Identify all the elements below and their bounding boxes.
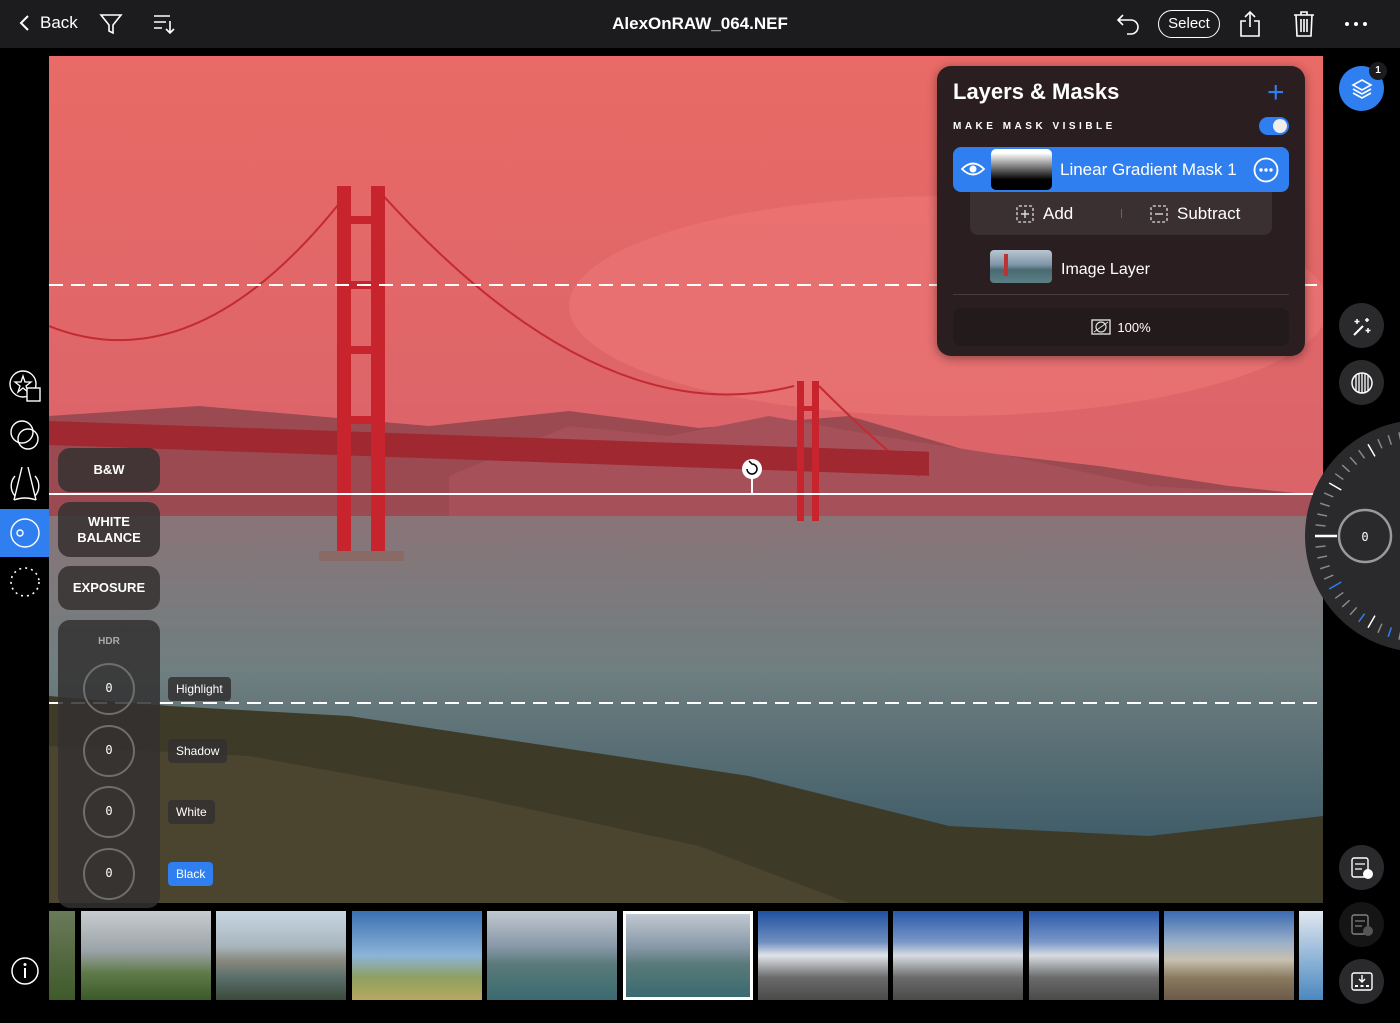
more-options-icon[interactable] — [1253, 157, 1279, 183]
mask-name: Linear Gradient Mask 1 — [1060, 160, 1237, 179]
filmstrip-thumb[interactable] — [216, 911, 346, 1000]
info-button[interactable] — [0, 947, 49, 995]
rotate-handle-icon — [742, 459, 762, 479]
bw-button[interactable]: B&W — [58, 448, 160, 492]
white-balance-button[interactable]: WHITE BALANCE — [58, 502, 160, 557]
filmstrip — [49, 911, 1323, 1000]
image-layer-thumbnail[interactable] — [990, 250, 1052, 283]
perspective-tool[interactable] — [0, 460, 49, 508]
hdr-panel: HDR 0 0 0 0 — [58, 620, 160, 908]
opacity-icon — [1091, 319, 1112, 335]
stripes-button[interactable] — [1339, 360, 1384, 405]
filmstrip-thumb[interactable] — [893, 911, 1023, 1000]
presets-tool[interactable] — [0, 362, 49, 410]
share-icon[interactable] — [1238, 10, 1262, 38]
trash-icon[interactable] — [1292, 10, 1316, 38]
add-layer-button[interactable]: + — [1267, 76, 1285, 110]
mask-thumbnail — [991, 149, 1052, 190]
layers-icon — [1350, 78, 1373, 99]
dial-tick — [1315, 524, 1326, 527]
subtract-label: Subtract — [1177, 204, 1241, 223]
shadow-knob[interactable]: 0 — [83, 725, 135, 777]
filmstrip-thumb[interactable] — [1029, 911, 1159, 1000]
presets-icon — [8, 370, 41, 402]
masks-tool[interactable] — [0, 411, 49, 459]
opacity-control[interactable]: 100% — [953, 308, 1289, 346]
dial-tick — [1315, 545, 1326, 548]
info-icon — [10, 957, 39, 985]
panel-divider — [953, 294, 1289, 295]
vignette-icon — [9, 567, 40, 597]
opacity-value: 100% — [1117, 319, 1151, 335]
top-bar: Back AlexOnRAW_064.NEF Select — [0, 0, 1400, 48]
subtract-mask-button[interactable]: Subtract — [1150, 204, 1240, 224]
panel-title: Layers & Masks — [953, 79, 1120, 104]
exposure-button[interactable]: EXPOSURE — [58, 566, 160, 610]
paste-adjustments-icon — [1350, 913, 1373, 936]
export-icon — [1350, 971, 1373, 991]
filmstrip-thumb[interactable] — [1164, 911, 1294, 1000]
layers-masks-panel: Layers & Masks + MAKE MASK VISIBLE Linea… — [937, 66, 1305, 356]
filmstrip-thumb[interactable] — [49, 911, 75, 1000]
tone-tool[interactable] — [0, 509, 49, 557]
highlight-knob[interactable]: 0 — [83, 663, 135, 715]
subtract-mask-icon — [1150, 205, 1168, 223]
highlight-tag[interactable]: Highlight — [168, 677, 231, 701]
make-mask-visible-label: MAKE MASK VISIBLE — [953, 121, 1116, 132]
black-tag[interactable]: Black — [168, 862, 214, 886]
undo-icon[interactable] — [1115, 12, 1141, 36]
filmstrip-thumb[interactable] — [352, 911, 482, 1000]
select-button[interactable]: Select — [1158, 10, 1220, 38]
eye-icon[interactable] — [961, 160, 985, 178]
vignette-tool[interactable] — [0, 558, 49, 606]
more-icon[interactable] — [1344, 20, 1368, 28]
layers-count-badge: 1 — [1369, 62, 1387, 80]
hdr-label: HDR — [98, 636, 120, 647]
layers-button[interactable]: 1 — [1339, 62, 1387, 111]
dial-value: 0 — [1361, 530, 1368, 544]
add-mask-button[interactable]: Add — [1016, 204, 1073, 224]
filmstrip-thumb-selected[interactable] — [623, 911, 753, 1000]
filmstrip-thumb[interactable] — [758, 911, 888, 1000]
tone-icon — [9, 518, 40, 548]
filmstrip-thumb[interactable] — [1299, 911, 1323, 1000]
perspective-icon — [10, 466, 39, 501]
black-knob[interactable]: 0 — [83, 848, 135, 900]
auto-enhance-button[interactable] — [1339, 303, 1384, 348]
white-balance-label-2: BALANCE — [77, 529, 141, 545]
add-label: Add — [1043, 204, 1074, 223]
add-subtract-bar: Add Subtract — [970, 192, 1272, 235]
copy-adjustments-button[interactable] — [1339, 845, 1384, 890]
mask-layer-row[interactable]: Linear Gradient Mask 1 — [953, 147, 1289, 192]
image-layer-label[interactable]: Image Layer — [1061, 261, 1150, 279]
white-knob[interactable]: 0 — [83, 786, 135, 838]
filmstrip-thumb[interactable] — [81, 911, 211, 1000]
filmstrip-thumb[interactable] — [487, 911, 617, 1000]
shadow-tag[interactable]: Shadow — [168, 739, 228, 763]
adjustment-dial[interactable]: 0 — [1285, 420, 1400, 652]
white-tag[interactable]: White — [168, 800, 215, 824]
paste-adjustments-button[interactable] — [1339, 902, 1384, 947]
mask-visible-toggle[interactable] — [1259, 117, 1289, 135]
magic-wand-icon — [1352, 317, 1370, 336]
stripes-circle-icon — [1350, 371, 1373, 394]
add-mask-icon — [1016, 205, 1034, 223]
masks-icon — [9, 420, 39, 450]
export-button[interactable] — [1339, 959, 1384, 1004]
white-balance-label: WHITE — [88, 513, 130, 529]
copy-adjustments-icon — [1350, 856, 1373, 879]
